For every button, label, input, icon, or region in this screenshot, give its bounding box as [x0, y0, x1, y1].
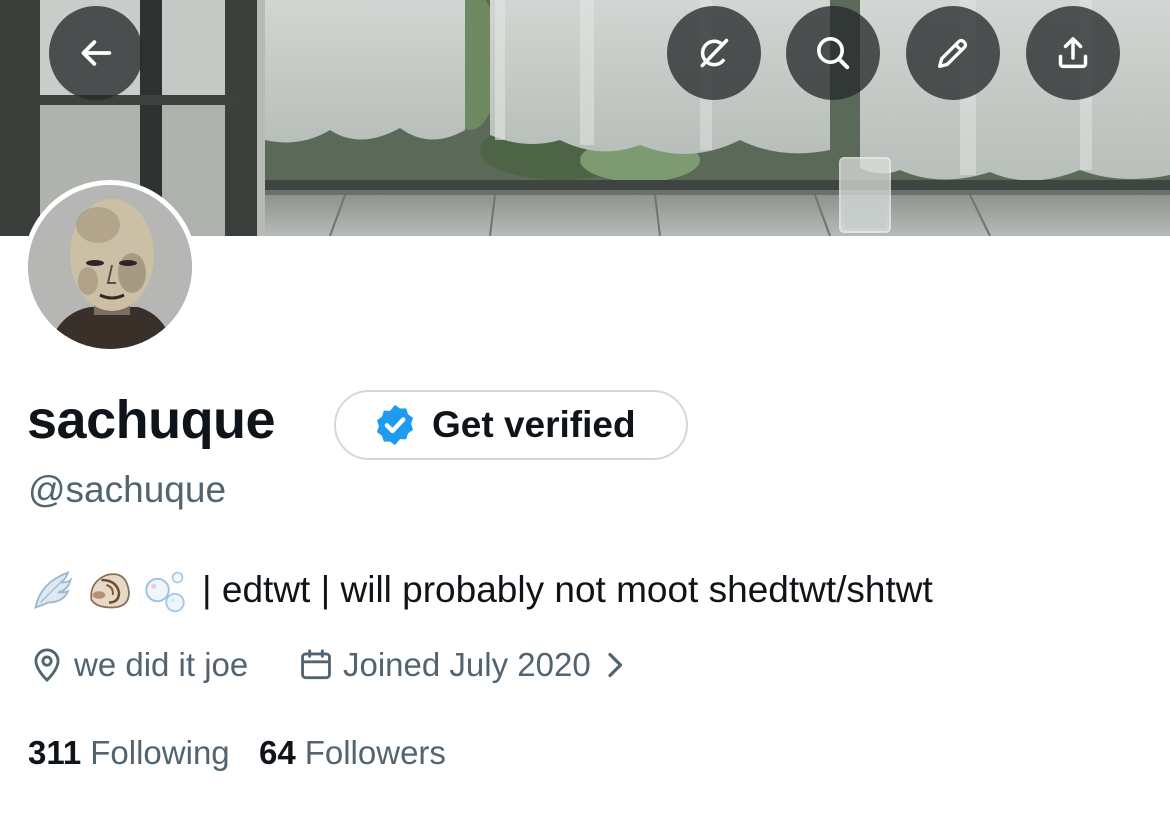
profile-banner[interactable]: [0, 0, 1170, 236]
back-arrow-icon: [81, 40, 112, 66]
user-handle: @sachuque: [28, 469, 227, 510]
get-verified-label: Get verified: [432, 404, 636, 445]
search-button[interactable]: [786, 6, 880, 100]
followers-count: 64: [259, 734, 296, 771]
profile-join-date[interactable]: Joined July 2020: [297, 640, 629, 690]
grok-button[interactable]: [667, 6, 761, 100]
wing-emoji: [34, 570, 73, 609]
profile-location: we did it joe: [28, 640, 248, 690]
profile-bio: | edtwt | will probably not moot shedtwt…: [28, 562, 933, 618]
back-button[interactable]: [49, 6, 143, 100]
calendar-icon: [301, 649, 331, 680]
display-name: sachuque: [27, 390, 276, 450]
following-count: 311: [28, 734, 82, 771]
chevron-right-icon: [608, 652, 622, 678]
share-button[interactable]: [1026, 6, 1120, 100]
avatar-image: [28, 185, 192, 349]
edit-pencil-icon: [938, 38, 968, 69]
get-verified-button[interactable]: Get verified: [334, 390, 688, 460]
followers-label: Followers: [304, 734, 446, 771]
location-text: we did it joe: [74, 646, 249, 683]
grok-icon: [700, 38, 729, 68]
following-label: Following: [90, 734, 230, 771]
avatar[interactable]: [23, 180, 197, 354]
location-pin-icon: [34, 648, 60, 682]
search-icon: [817, 37, 850, 70]
following-link[interactable]: 311 Following: [28, 730, 230, 776]
join-date-text: Joined July 2020: [343, 646, 591, 683]
bubbles-emoji: [145, 571, 185, 613]
share-icon: [1058, 37, 1088, 69]
bio-text: | edtwt | will probably not moot shedtwt…: [202, 569, 933, 610]
edit-profile-button[interactable]: [906, 6, 1000, 100]
profile-screen: sachuque Get verified @sachuque | edtwt …: [0, 0, 1170, 814]
spiral-shell-emoji: [90, 573, 130, 609]
followers-link[interactable]: 64 Followers: [259, 730, 446, 776]
verified-badge-icon: [376, 404, 414, 446]
